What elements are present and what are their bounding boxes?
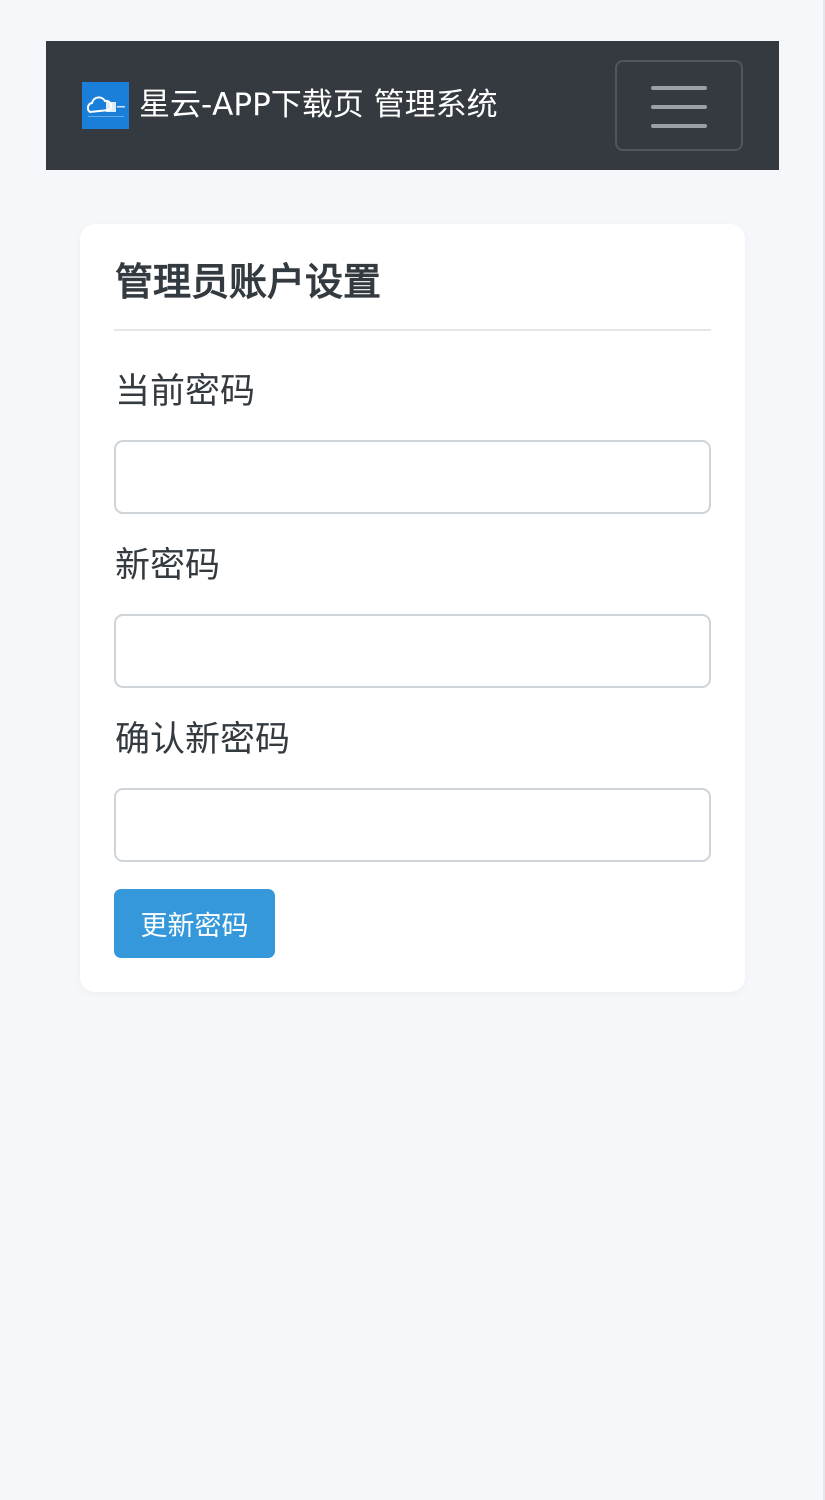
top-navbar: 星云-APP下载页 管理系统 bbox=[46, 41, 779, 170]
hamburger-menu-icon-bar-middle bbox=[651, 105, 707, 109]
new-password-input[interactable] bbox=[114, 614, 711, 688]
brand-link[interactable]: 星云-APP下载页 管理系统 bbox=[82, 81, 498, 129]
new-password-label: 新密码 bbox=[115, 546, 221, 586]
brand-title: 星云-APP下载页 管理系统 bbox=[139, 87, 498, 123]
card-title: 管理员账户设置 bbox=[115, 260, 382, 304]
cloud-logo-icon bbox=[82, 81, 129, 129]
current-password-input[interactable] bbox=[114, 440, 711, 514]
navbar-toggle-button[interactable] bbox=[615, 60, 743, 151]
current-password-label: 当前密码 bbox=[115, 372, 256, 412]
hamburger-menu-icon bbox=[651, 86, 707, 90]
title-divider bbox=[114, 329, 711, 331]
account-settings-card: 管理员账户设置 当前密码 新密码 确认新密码 更新密码 bbox=[80, 224, 745, 992]
confirm-password-label: 确认新密码 bbox=[115, 720, 291, 760]
update-password-button[interactable]: 更新密码 bbox=[114, 889, 275, 958]
hamburger-menu-icon-bar-bottom bbox=[651, 124, 707, 128]
confirm-password-input[interactable] bbox=[114, 788, 711, 862]
